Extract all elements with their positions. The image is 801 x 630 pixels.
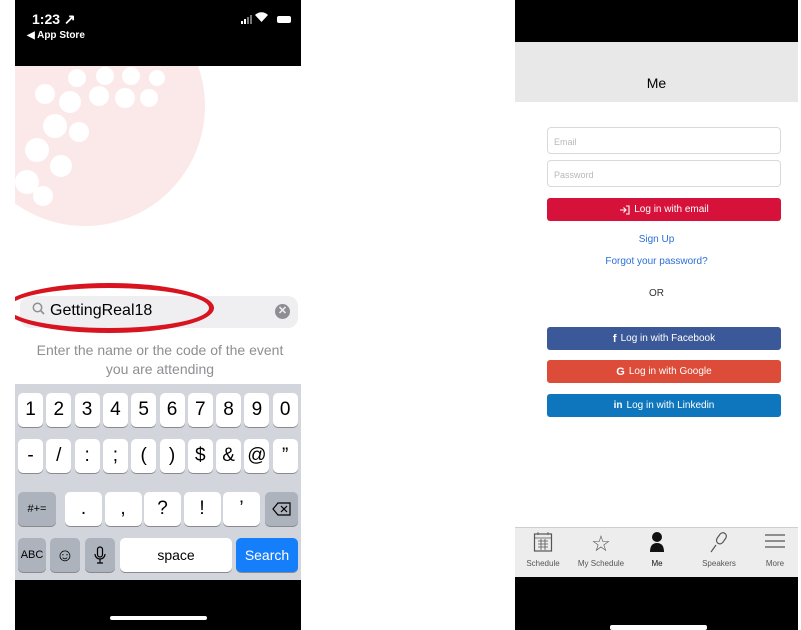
- status-bar: [515, 0, 798, 42]
- linkedin-login-button[interactable]: in Log in with Linkedin: [547, 394, 781, 417]
- star-icon: ☆: [591, 531, 611, 556]
- space-key[interactable]: space: [120, 538, 232, 572]
- digit-key[interactable]: 4: [102, 393, 128, 427]
- symbol-key[interactable]: $: [187, 439, 213, 473]
- tab-my-schedule[interactable]: ☆ My Schedule: [573, 528, 629, 578]
- signal-icon: [241, 15, 252, 24]
- numeric-keyboard: #+= ABC ☺ space Search 1 2 3 4 5 6 7 8 9 0 - /:;() $…: [15, 384, 301, 580]
- password-field[interactable]: Password: [547, 160, 781, 187]
- digit-key[interactable]: 0: [272, 393, 298, 427]
- digit-key[interactable]: 9: [244, 393, 270, 427]
- backspace-key[interactable]: [265, 492, 298, 526]
- or-divider: OR: [649, 288, 664, 299]
- symbol-key[interactable]: /: [46, 439, 72, 473]
- digit-key[interactable]: 7: [187, 393, 213, 427]
- symbol-key[interactable]: (: [131, 439, 157, 473]
- nav-header: [515, 42, 798, 102]
- left-phone-screen: 1:23 ↗ ◀ App Store GettingReal18 ✕ Enter…: [15, 0, 301, 630]
- symbol-key[interactable]: :: [74, 439, 100, 473]
- tab-more-label: More: [765, 559, 785, 568]
- menu-icon: [755, 531, 795, 559]
- symbols-toggle-key[interactable]: #+=: [18, 492, 56, 526]
- tab-more[interactable]: More: [755, 528, 795, 578]
- google-login-label: Log in with Google: [628, 366, 712, 377]
- search-hint-text: Enter the name or the code of the event …: [36, 342, 284, 377]
- digit-key[interactable]: 1: [18, 393, 43, 427]
- tab-my-schedule-label: My Schedule: [577, 559, 625, 568]
- dictation-key[interactable]: [85, 538, 115, 572]
- microphone-icon: [94, 546, 106, 564]
- google-icon: G: [616, 365, 625, 378]
- symbol-key[interactable]: -: [18, 439, 43, 473]
- home-indicator[interactable]: [110, 616, 207, 620]
- tab-bar: Schedule ☆ My Schedule Me Speakers More: [515, 527, 798, 578]
- linkedin-icon: in: [613, 400, 623, 411]
- tab-schedule[interactable]: Schedule: [515, 528, 571, 578]
- emoji-icon: ☺: [55, 544, 75, 565]
- digit-key[interactable]: 3: [74, 393, 100, 427]
- digit-key[interactable]: 2: [46, 393, 72, 427]
- punctuation-key[interactable]: .: [65, 492, 102, 526]
- emoji-key[interactable]: ☺: [50, 538, 80, 572]
- digit-key[interactable]: 5: [131, 393, 157, 427]
- forgot-password-link[interactable]: Forgot your password?: [515, 256, 798, 267]
- battery-icon: [277, 16, 291, 23]
- google-login-button[interactable]: G Log in with Google: [547, 360, 781, 383]
- login-email-label: Log in with email: [634, 204, 709, 215]
- microphone-icon: [691, 531, 747, 559]
- back-to-app-store-link[interactable]: ◀ App Store: [27, 30, 85, 41]
- tab-speakers[interactable]: Speakers: [691, 528, 747, 578]
- symbol-key[interactable]: ”: [272, 439, 298, 473]
- linkedin-login-label: Log in with Linkedin: [626, 400, 715, 411]
- tab-me[interactable]: Me: [633, 528, 681, 578]
- home-indicator[interactable]: [610, 625, 707, 630]
- symbol-key[interactable]: ;: [102, 439, 128, 473]
- punctuation-key[interactable]: ,: [104, 492, 142, 526]
- abc-key[interactable]: ABC: [18, 538, 46, 572]
- clear-search-icon[interactable]: ✕: [275, 304, 290, 319]
- digit-key[interactable]: 8: [216, 393, 242, 427]
- login-arrow-icon: [620, 204, 630, 215]
- digit-key[interactable]: 6: [159, 393, 185, 427]
- status-bar: 1:23 ↗ ◀ App Store: [15, 0, 301, 66]
- tab-me-label: Me: [651, 559, 663, 568]
- facebook-icon: f: [612, 332, 617, 345]
- wifi-icon: [255, 12, 268, 25]
- facebook-login-label: Log in with Facebook: [620, 333, 716, 344]
- punctuation-key[interactable]: !: [183, 492, 221, 526]
- sign-up-link[interactable]: Sign Up: [515, 234, 798, 245]
- punctuation-key[interactable]: ’: [223, 492, 260, 526]
- punctuation-key[interactable]: ?: [144, 492, 181, 526]
- symbol-key[interactable]: ): [159, 439, 185, 473]
- person-icon: [633, 531, 681, 559]
- page-title: Me: [646, 75, 667, 91]
- right-phone-screen: Me Email Password Log in with email Sign…: [515, 0, 798, 630]
- event-logo: [15, 66, 301, 246]
- tab-schedule-label: Schedule: [526, 559, 560, 568]
- symbol-key[interactable]: @: [244, 439, 270, 473]
- login-email-button[interactable]: Log in with email: [547, 198, 781, 221]
- event-logo-graphic: [15, 66, 205, 226]
- search-key[interactable]: Search: [236, 538, 298, 572]
- calendar-icon: [515, 531, 571, 559]
- symbol-key[interactable]: &: [216, 439, 242, 473]
- tab-speakers-label: Speakers: [702, 559, 736, 568]
- bottom-safe-area: [515, 577, 798, 630]
- email-field[interactable]: Email: [547, 127, 781, 154]
- status-time: 1:23 ↗: [32, 11, 76, 27]
- backspace-icon: [271, 502, 291, 516]
- facebook-login-button[interactable]: f Log in with Facebook: [547, 327, 781, 350]
- bottom-safe-area: [15, 580, 301, 630]
